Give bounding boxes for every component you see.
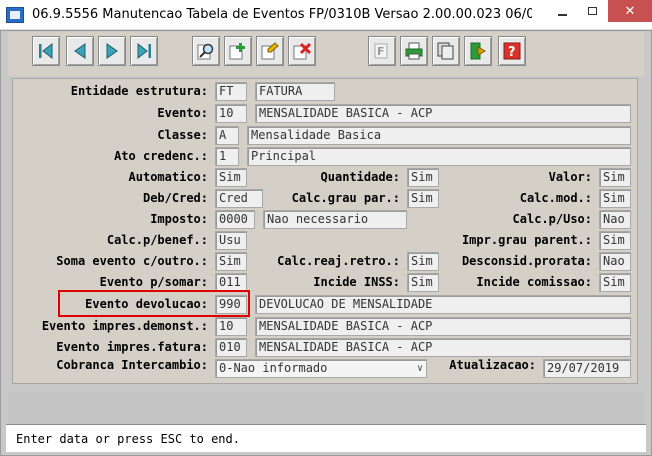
evento-code-field[interactable]: 10: [215, 104, 247, 123]
atualizacao-field: 29/07/2019: [543, 359, 631, 378]
delete-button[interactable]: [288, 36, 316, 66]
atualizacao-label: Atualizacao:: [449, 358, 536, 372]
evento-impres-fatura-desc-field: MENSALIDADE BASICA - ACP: [255, 338, 631, 357]
soma-evento-label: Soma evento c/outro.:: [56, 254, 208, 268]
calc-grau-field[interactable]: Sim: [407, 189, 439, 208]
entidade-label: Entidade estrutura:: [70, 84, 208, 98]
evento-somar-label: Evento p/somar:: [99, 275, 208, 289]
first-record-icon: [39, 42, 53, 60]
exit-icon: [470, 42, 487, 60]
delete-icon: [293, 42, 312, 60]
help-button[interactable]: ?: [498, 36, 526, 66]
help-icon: ?: [503, 42, 521, 60]
evento-impres-demonst-label: Evento impres.demonst.:: [41, 319, 208, 333]
automatico-field[interactable]: Sim: [215, 168, 247, 187]
entidade-code-field[interactable]: FT: [215, 82, 247, 101]
cobranca-select-value: 0-Nao informado: [219, 361, 328, 375]
calc-reaj-field[interactable]: Sim: [407, 252, 439, 271]
title-bar: 06.9.5556 Manutencao Tabela de Eventos F…: [0, 0, 652, 30]
quantidade-label: Quantidade:: [320, 170, 400, 184]
filter-icon: F: [374, 43, 388, 59]
calc-uso-field[interactable]: Nao: [599, 210, 631, 229]
close-icon: ✕: [624, 3, 636, 19]
entidade-desc-field: FATURA: [255, 82, 335, 101]
highlight-box: [58, 290, 250, 317]
evento-label: Evento:: [157, 106, 208, 120]
classe-label: Classe:: [157, 128, 208, 142]
chevron-down-icon: ∨: [416, 363, 423, 374]
incide-comissao-field[interactable]: Sim: [599, 273, 631, 292]
calc-grau-label: Calc.grau par.:: [291, 191, 400, 205]
incide-inss-field[interactable]: Sim: [407, 273, 439, 292]
evento-impres-demonst-code-field[interactable]: 10: [215, 317, 247, 336]
calc-mod-label: Calc.mod.:: [519, 191, 592, 205]
automatico-label: Automatico:: [128, 170, 208, 184]
classe-code-field[interactable]: A: [215, 126, 239, 145]
incide-comissao-label: Incide comissao:: [476, 275, 592, 289]
imposto-label: Imposto:: [150, 212, 208, 226]
window-title: 06.9.5556 Manutencao Tabela de Eventos F…: [32, 7, 532, 22]
evento-impres-demonst-desc-field: MENSALIDADE BASICA - ACP: [255, 317, 631, 336]
copy-button[interactable]: [432, 36, 460, 66]
edit-icon: [261, 42, 279, 60]
ato-credenc-label: Ato credenc.:: [114, 149, 208, 163]
evento-impres-fatura-label: Evento impres.fatura:: [56, 340, 208, 354]
minimize-button[interactable]: [548, 0, 576, 22]
cobranca-label: Cobranca Intercambio:: [56, 358, 208, 372]
last-record-icon: [137, 42, 151, 60]
previous-record-icon: [74, 43, 86, 59]
calc-uso-label: Calc.p/Uso:: [512, 212, 592, 226]
deb-cred-label: Deb/Cred:: [142, 191, 208, 205]
calc-mod-field[interactable]: Sim: [599, 189, 631, 208]
evento-impres-fatura-code-field[interactable]: 010: [215, 338, 247, 357]
quantidade-field[interactable]: Sim: [407, 168, 439, 187]
desconsid-label: Desconsid.prorata:: [461, 254, 592, 268]
cobranca-select[interactable]: 0-Nao informado ∨: [215, 359, 427, 378]
status-bar: Enter data or press ESC to end.: [6, 424, 646, 452]
svg-text:F: F: [377, 45, 385, 58]
evento-desc-field: MENSALIDADE BASICA - ACP: [255, 104, 631, 123]
next-record-button[interactable]: [98, 36, 126, 66]
evento-devolucao-desc-field: DEVOLUCAO DE MENSALIDADE: [255, 295, 631, 314]
calc-benef-label: Calc.p/benef.:: [106, 233, 208, 247]
maximize-button[interactable]: [578, 0, 606, 22]
add-icon: [229, 43, 245, 60]
svg-text:?: ?: [508, 45, 516, 60]
search-icon: [197, 43, 214, 60]
impr-grau-field[interactable]: Sim: [599, 231, 631, 250]
filter-button[interactable]: F: [368, 36, 396, 66]
edit-button[interactable]: [256, 36, 284, 66]
ato-credenc-desc-field: Principal: [247, 147, 631, 166]
incide-inss-label: Incide INSS:: [313, 275, 400, 289]
imposto-desc-field: Nao necessario: [263, 210, 407, 229]
copy-icon: [437, 42, 454, 60]
search-button[interactable]: [192, 36, 220, 66]
soma-evento-field[interactable]: Sim: [215, 252, 247, 271]
maximize-icon: [587, 7, 597, 15]
app-icon: [6, 7, 24, 23]
next-record-icon: [106, 43, 118, 59]
valor-field[interactable]: Sim: [599, 168, 631, 187]
message-area: [8, 392, 644, 424]
ato-credenc-code-field[interactable]: 1: [215, 147, 239, 166]
previous-record-button[interactable]: [66, 36, 94, 66]
calc-benef-field[interactable]: Usu: [215, 231, 247, 250]
print-icon: [405, 42, 423, 60]
close-button[interactable]: ✕: [608, 0, 652, 22]
first-record-button[interactable]: [32, 36, 60, 66]
desconsid-field[interactable]: Nao: [599, 252, 631, 271]
deb-cred-field[interactable]: Cred: [215, 189, 263, 208]
exit-button[interactable]: [464, 36, 492, 66]
valor-label: Valor:: [548, 170, 592, 184]
print-button[interactable]: [400, 36, 428, 66]
calc-reaj-label: Calc.reaj.retro.:: [277, 254, 400, 268]
classe-desc-field: Mensalidade Basica: [247, 126, 631, 145]
last-record-button[interactable]: [130, 36, 158, 66]
impr-grau-label: Impr.grau parent.:: [461, 233, 592, 247]
add-button[interactable]: [224, 36, 252, 66]
imposto-code-field[interactable]: 0000: [215, 210, 255, 229]
minimize-icon: [557, 14, 567, 16]
